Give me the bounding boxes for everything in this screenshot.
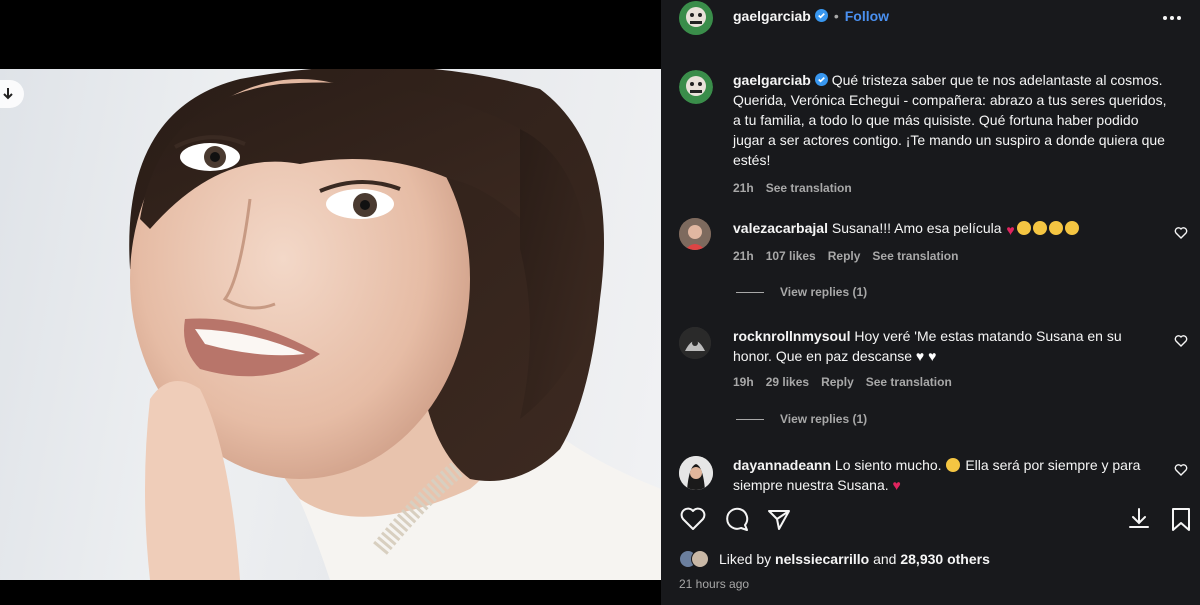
verified-badge-icon (814, 73, 828, 86)
likes-summary[interactable]: Liked by nelssiecarrillo and 28,930 othe… (679, 550, 990, 568)
like-comment-heart-icon[interactable] (1174, 463, 1188, 477)
crying-emoji (1064, 221, 1079, 235)
caption-meta: 21h See translation (733, 178, 1173, 198)
post-action-bar (661, 505, 1200, 539)
verified-badge-icon (814, 9, 828, 22)
commenter-avatar[interactable] (679, 456, 713, 490)
comment-username[interactable]: rocknrollnmysoul (733, 328, 850, 344)
view-replies-label[interactable]: View replies (1) (780, 412, 867, 426)
liked-by-mid: and (869, 551, 901, 567)
author-username[interactable]: gaelgarciab (733, 8, 811, 24)
liked-by-count[interactable]: 28,930 others (900, 551, 990, 567)
caption-time: 21h (733, 181, 754, 195)
see-translation-link[interactable]: See translation (766, 181, 852, 195)
crying-emoji (1048, 221, 1063, 235)
comment-meta: 19h 29 likes Reply See translation (733, 372, 1163, 392)
comment-time: 19h (733, 375, 754, 389)
liked-by-user[interactable]: nelssiecarrillo (775, 551, 869, 567)
comment-username[interactable]: dayannadeann (733, 457, 831, 473)
separator-dot: • (833, 8, 839, 24)
post-header: gaelgarciab • Follow (661, 0, 1200, 36)
red-heart-emoji: ♥ (892, 477, 901, 493)
view-replies-button[interactable]: View replies (1) (736, 412, 867, 426)
commenter-avatar[interactable] (679, 218, 711, 250)
comment-likes[interactable]: 107 likes (766, 249, 816, 263)
caption-author-avatar[interactable] (679, 70, 713, 104)
crying-emoji (1016, 221, 1031, 235)
commenter-avatar[interactable] (679, 327, 711, 359)
reply-button[interactable]: Reply (821, 375, 854, 389)
comment-item: rocknrollnmysoul Hoy veré 'Me estas mata… (733, 326, 1163, 392)
more-options-icon[interactable] (1162, 8, 1182, 28)
comment-time: 21h (733, 249, 754, 263)
comment-icon[interactable] (723, 505, 751, 533)
download-overlay-icon[interactable] (0, 80, 24, 108)
comment-item: valezacarbajal Susana!!! Amo esa películ… (733, 218, 1163, 266)
author-avatar[interactable] (679, 1, 713, 35)
follow-button[interactable]: Follow (845, 8, 889, 24)
comment-likes[interactable]: 29 likes (766, 375, 809, 389)
like-comment-heart-icon[interactable] (1174, 226, 1188, 240)
reply-button[interactable]: Reply (828, 249, 861, 263)
liked-by-prefix: Liked by (719, 551, 776, 567)
share-icon[interactable] (765, 505, 793, 533)
white-heart-emoji: ♥ ♥ (915, 348, 937, 364)
replies-line (736, 292, 764, 294)
post-photo[interactable] (0, 69, 661, 580)
view-replies-button[interactable]: View replies (1) (736, 285, 867, 299)
portrait-image (129, 69, 661, 580)
caption-username[interactable]: gaelgarciab (733, 72, 811, 88)
post-timestamp[interactable]: 21 hours ago (679, 577, 749, 591)
see-translation-link[interactable]: See translation (866, 375, 952, 389)
post-side-panel: gaelgarciab • Follow gaelgarciab Qué trist… (661, 0, 1200, 605)
view-replies-label[interactable]: View replies (1) (780, 285, 867, 299)
like-comment-heart-icon[interactable] (1174, 334, 1188, 348)
download-icon[interactable] (1125, 505, 1153, 533)
red-heart-emoji: ♥ (1006, 222, 1015, 238)
replies-line (736, 419, 764, 421)
comment-text: Susana!!! Amo esa película (831, 220, 1002, 236)
comment-item: dayannadeann Lo siento mucho. Ella será … (733, 455, 1163, 495)
bookmark-icon[interactable] (1167, 505, 1195, 533)
comment-meta: 21h 107 likes Reply See translation (733, 246, 1163, 266)
comment-username[interactable]: valezacarbajal (733, 220, 828, 236)
post-caption: gaelgarciab Qué tristeza saber que te no… (733, 70, 1173, 198)
liked-by-avatars (679, 550, 715, 568)
comment-text: Lo siento mucho. (834, 457, 942, 473)
crying-emoji (1032, 221, 1047, 235)
sad-emoji (946, 458, 961, 472)
heart-icon[interactable] (679, 505, 707, 533)
post-media[interactable] (0, 0, 661, 605)
see-translation-link[interactable]: See translation (872, 249, 958, 263)
